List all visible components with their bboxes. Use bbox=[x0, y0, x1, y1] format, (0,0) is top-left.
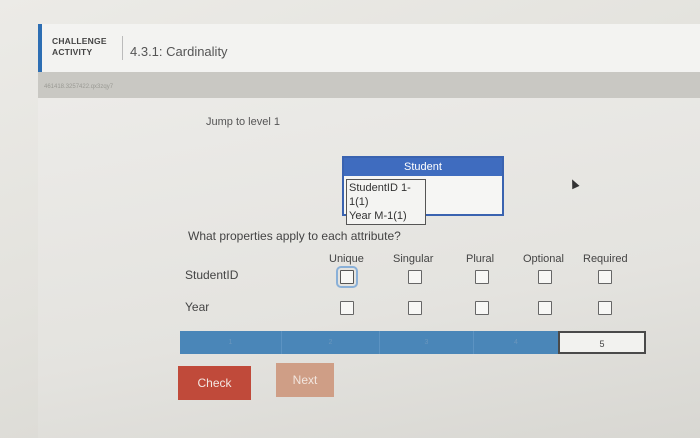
level-2-segment[interactable]: 2 bbox=[282, 331, 380, 354]
challenge-label-line2: ACTIVITY bbox=[52, 47, 93, 57]
check-button[interactable]: Check bbox=[178, 366, 251, 400]
question-text: What properties apply to each attribute? bbox=[188, 229, 401, 243]
column-header-optional: Optional bbox=[523, 253, 564, 265]
column-header-plural: Plural bbox=[466, 253, 495, 265]
column-header-unique: Unique bbox=[329, 253, 364, 265]
entity-name: Student bbox=[344, 158, 502, 176]
activity-title: 4.3.1: Cardinality bbox=[130, 44, 228, 59]
activity-id: 461418.3257422.qx3zqy7 bbox=[44, 84, 114, 90]
column-header-required: Required bbox=[583, 253, 628, 265]
checkbox-year-unique[interactable] bbox=[340, 301, 354, 315]
level-3-segment[interactable]: 3 bbox=[380, 331, 474, 354]
student-entity: Student StudentID 1-1(1) Year M-1(1) bbox=[342, 156, 504, 225]
level-5-segment[interactable]: 5 bbox=[558, 331, 646, 354]
challenge-activity-label: CHALLENGE ACTIVITY bbox=[52, 36, 107, 58]
checkbox-studentid-required[interactable] bbox=[598, 270, 612, 284]
checkbox-year-singular[interactable] bbox=[408, 301, 422, 315]
row-label-studentid: StudentID bbox=[185, 268, 239, 282]
column-header-singular: Singular bbox=[393, 253, 434, 265]
entity-attribute: StudentID 1-1(1) bbox=[349, 182, 411, 208]
activity-header: CHALLENGE ACTIVITY 4.3.1: Cardinality bbox=[38, 24, 700, 73]
entity-attribute: Year M-1(1) bbox=[349, 210, 407, 222]
header-accent-bar bbox=[38, 24, 42, 72]
row-label-year: Year bbox=[185, 300, 210, 314]
checkbox-year-optional[interactable] bbox=[538, 301, 552, 315]
activity-content bbox=[38, 98, 700, 438]
checkbox-year-plural[interactable] bbox=[475, 301, 489, 315]
checkbox-studentid-unique[interactable] bbox=[336, 266, 358, 288]
next-button[interactable]: Next bbox=[276, 363, 334, 397]
challenge-label-line1: CHALLENGE bbox=[52, 36, 107, 46]
checkbox-year-required[interactable] bbox=[598, 301, 612, 315]
header-divider bbox=[122, 36, 123, 60]
checkbox-studentid-singular[interactable] bbox=[408, 270, 422, 284]
checkbox-studentid-optional[interactable] bbox=[538, 270, 552, 284]
jump-to-level-link[interactable]: Jump to level 1 bbox=[206, 116, 280, 128]
checkbox-studentid-plural[interactable] bbox=[475, 270, 489, 284]
activity-subheader: 461418.3257422.qx3zqy7 bbox=[38, 72, 700, 98]
level-4-segment[interactable]: 4 bbox=[474, 331, 558, 354]
entity-attributes: StudentID 1-1(1) Year M-1(1) bbox=[346, 179, 426, 225]
level-progress-bar: 1 2 3 4 5 bbox=[180, 331, 646, 354]
level-1-segment[interactable]: 1 bbox=[180, 331, 282, 354]
